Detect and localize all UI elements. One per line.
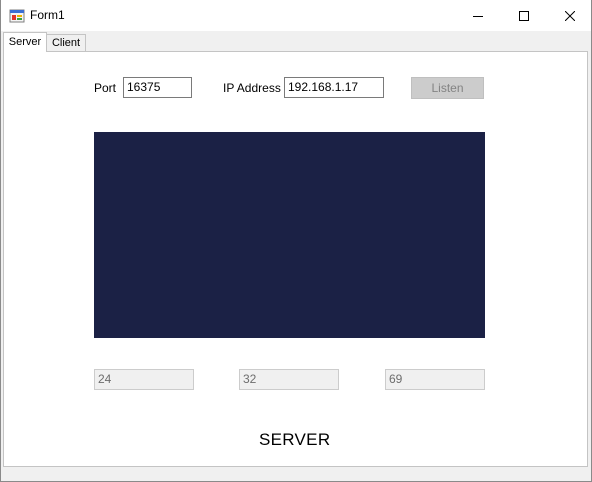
port-label: Port (94, 81, 117, 95)
port-input[interactable]: 16375 (123, 77, 192, 98)
maximize-button[interactable] (501, 0, 547, 31)
title-bar[interactable]: Form1 (1, 0, 591, 31)
ip-address-label: IP Address (223, 81, 281, 95)
minimize-button[interactable] (455, 0, 501, 31)
form1-window: Form1 Server Client Port 16375 IP Addres… (0, 0, 592, 482)
server-tab-page: Port 16375 IP Address 192.168.1.17 Liste… (3, 51, 588, 467)
tab-server[interactable]: Server (3, 32, 47, 52)
maximize-icon (519, 10, 529, 21)
value-field-2[interactable]: 32 (239, 369, 339, 390)
ip-address-input[interactable]: 192.168.1.17 (284, 77, 384, 98)
tab-client[interactable]: Client (46, 34, 86, 51)
value-field-3[interactable]: 69 (385, 369, 485, 390)
window-bottom-edge (1, 467, 591, 481)
form-app-icon (9, 9, 25, 23)
close-icon (565, 10, 575, 21)
listen-button[interactable]: Listen (411, 77, 484, 99)
window-title: Form1 (30, 8, 65, 22)
value-field-1[interactable]: 24 (94, 369, 194, 390)
display-panel (94, 132, 485, 338)
close-button[interactable] (547, 0, 592, 31)
tab-strip: Server Client (1, 32, 591, 52)
minimize-icon (473, 15, 483, 17)
server-title-label: SERVER (259, 430, 331, 449)
